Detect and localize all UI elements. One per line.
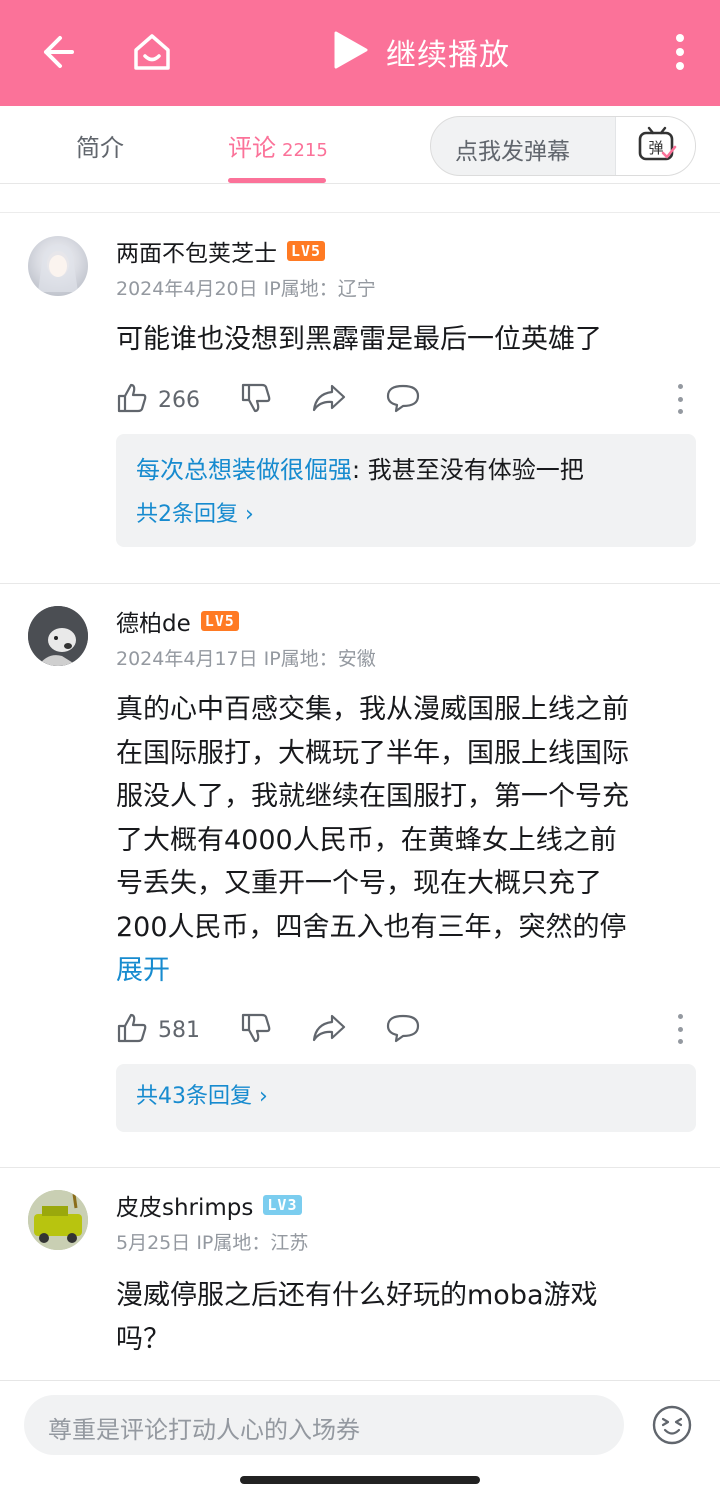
more-options-icon[interactable] (670, 1014, 690, 1044)
comment-input[interactable]: 尊重是评论打动人心的入场券 (24, 1395, 624, 1455)
comment-date: 5月25日 (116, 1232, 191, 1254)
comment-text-line: 了大概有4000人民币，在黄蜂女上线之前 (116, 824, 617, 856)
comment-actions: 581 (116, 1012, 460, 1048)
comment-bubble-icon (386, 1013, 420, 1047)
play-icon (330, 29, 370, 75)
comment-meta: 2024年4月20日 IP属地：辽宁 (116, 274, 376, 301)
thumbs-down-icon (240, 1012, 272, 1048)
comment-date: 2024年4月17日 (116, 648, 258, 670)
avatar[interactable] (28, 236, 88, 296)
back-arrow-icon[interactable] (30, 26, 82, 78)
reply-button[interactable] (386, 1013, 420, 1047)
comment-text-line: 在国际服打，大概玩了半年，国服上线国际 (116, 737, 629, 769)
comment-item: 德柏de LV5 2024年4月17日 IP属地：安徽 真的心中百感交集，我从漫… (0, 584, 720, 1168)
home-icon[interactable] (126, 26, 178, 78)
comment-text: 真的心中百感交集，我从漫威国服上线之前 在国际服打，大概玩了半年，国服上线国际 … (116, 688, 696, 993)
section-gap (0, 185, 720, 213)
comment-date: 2024年4月20日 (116, 278, 258, 300)
dislike-button[interactable] (240, 382, 272, 418)
like-count: 581 (158, 1017, 200, 1043)
danmaku-placeholder: 点我发弹幕 (455, 139, 570, 165)
reply-preview[interactable]: 每次总想装做很倔强: 我甚至没有体验一把 共2条回复 › (116, 434, 696, 547)
tab-comments-label: 评论 (228, 134, 276, 162)
continue-play-label: 继续播放 (386, 38, 510, 73)
like-button[interactable]: 266 (116, 382, 200, 418)
like-count: 266 (158, 387, 200, 413)
comment-ip: IP属地：辽宁 (263, 278, 376, 300)
comment-text: 漫威停服之后还有什么好玩的moba游戏 吗？ (116, 1274, 696, 1362)
comment-input-placeholder: 尊重是评论打动人心的入场券 (48, 1416, 360, 1444)
username-row: 皮皮shrimps LV3 (116, 1188, 302, 1222)
like-button[interactable]: 581 (116, 1012, 200, 1048)
dislike-button[interactable] (240, 1012, 272, 1048)
comment-text-line: 真的心中百感交集，我从漫威国服上线之前 (116, 694, 629, 725)
comment-text-line: 200人民币，四舍五入也有三年，突然的停 (116, 911, 627, 943)
svg-text:弹: 弹 (648, 139, 663, 157)
username[interactable]: 德柏de (116, 604, 191, 638)
comment-text-line: 漫威停服之后还有什么好玩的moba游戏 (116, 1280, 598, 1311)
share-icon (312, 1013, 346, 1047)
comment-text: 可能谁也没想到黑霹雷是最后一位英雄了 (116, 324, 602, 355)
tab-intro[interactable]: 简介 (76, 128, 124, 163)
username-row: 德柏de LV5 (116, 604, 239, 638)
level-badge: LV5 (287, 241, 326, 261)
danmaku-input[interactable]: 点我发弹幕 弹 (430, 116, 696, 176)
share-button[interactable] (312, 1013, 346, 1047)
reply-username[interactable]: 每次总想装做很倔强 (136, 456, 352, 484)
more-vertical-icon[interactable] (654, 26, 706, 78)
username[interactable]: 两面不包荚芝士 (116, 234, 277, 268)
tab-comments-count: 2215 (282, 140, 328, 161)
more-options-icon[interactable] (670, 384, 690, 414)
danmaku-icon: 弹 (637, 125, 677, 167)
reply-text: : 我甚至没有体验一把 (352, 456, 584, 484)
comment-actions: 266 (116, 382, 460, 418)
reply-preview-line: 每次总想装做很倔强: 我甚至没有体验一把 (136, 452, 676, 488)
active-tab-indicator (228, 178, 326, 183)
level-badge: LV3 (263, 1195, 302, 1215)
share-icon (312, 383, 346, 417)
comment-item: 两面不包荚芝士 LV5 2024年4月20日 IP属地：辽宁 可能谁也没想到黑霹… (0, 214, 720, 584)
comment-ip: IP属地：江苏 (196, 1232, 309, 1254)
thumbs-down-icon (240, 382, 272, 418)
username[interactable]: 皮皮shrimps (116, 1188, 253, 1222)
reply-button[interactable] (386, 383, 420, 417)
thumbs-up-icon (116, 1012, 148, 1048)
reply-preview[interactable]: 共43条回复 › (116, 1064, 696, 1132)
share-button[interactable] (312, 383, 346, 417)
home-indicator (240, 1476, 480, 1484)
comment-meta: 5月25日 IP属地：江苏 (116, 1228, 308, 1255)
reply-count-link[interactable]: 共2条回复 › (136, 496, 676, 528)
emoji-icon[interactable] (650, 1403, 694, 1447)
comment-ip: IP属地：安徽 (263, 648, 376, 670)
tab-comments[interactable]: 评论 2215 (228, 128, 328, 163)
comment-bubble-icon (386, 383, 420, 417)
reply-count-link[interactable]: 共43条回复 › (136, 1078, 676, 1110)
comment-item: 皮皮shrimps LV3 5月25日 IP属地：江苏 漫威停服之后还有什么好玩… (0, 1168, 720, 1380)
top-bar: 继续播放 (0, 0, 720, 106)
thumbs-up-icon (116, 382, 148, 418)
username-row: 两面不包荚芝士 LV5 (116, 234, 326, 268)
avatar[interactable] (28, 1190, 88, 1250)
comment-text-line: 吗？ (116, 1324, 170, 1355)
comment-text-line: 号丢失，又重开一个号，现在大概只充了 (116, 868, 602, 899)
comment-meta: 2024年4月17日 IP属地：安徽 (116, 644, 376, 671)
tab-bar: 简介 评论 2215 点我发弹幕 弹 (0, 106, 720, 184)
expand-link[interactable]: 展开 (116, 949, 696, 993)
continue-play-button[interactable]: 继续播放 (330, 28, 510, 76)
danmaku-toggle-button[interactable]: 弹 (615, 117, 695, 175)
level-badge: LV5 (200, 611, 239, 631)
avatar[interactable] (28, 606, 88, 666)
comment-text-line: 服没人了，我就继续在国服打，第一个号充 (116, 781, 629, 812)
